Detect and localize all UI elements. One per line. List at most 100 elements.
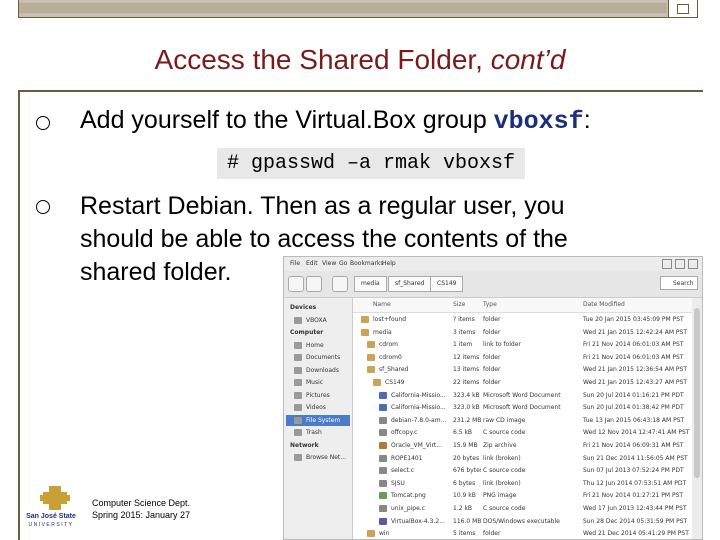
places-sidebar: Devices VBOXA Computer Home Documents Downloa… — [284, 298, 353, 539]
command-box: # gpasswd –a rmak vboxsf — [217, 148, 525, 179]
file-type: DOS/Windows executable — [483, 517, 560, 525]
scrollbar[interactable] — [692, 298, 702, 539]
close-icon[interactable] — [688, 259, 698, 269]
menu-item[interactable]: Help — [382, 260, 396, 267]
place-icon — [294, 341, 302, 349]
breadcrumb-item[interactable]: media — [354, 276, 387, 292]
column-modified[interactable]: Date Modified — [583, 301, 625, 308]
sidebar-heading: Devices — [290, 302, 354, 313]
file-icon — [379, 467, 387, 475]
column-name[interactable]: Name — [373, 301, 391, 308]
file-row[interactable]: California-Missio... 323.4 kB Microsoft Wo… — [353, 390, 692, 401]
sidebar-item[interactable]: Pictures — [286, 390, 350, 401]
file-name: offcopy.c — [391, 429, 418, 437]
place-icon — [294, 454, 302, 461]
file-row[interactable]: Oracle_VM_Virt... 15.9 MB Zip archive Fri 2… — [353, 440, 692, 451]
file-modified: Fri 21 Nov 2014 06:01:03 AM PST — [583, 341, 684, 349]
file-name: media — [373, 328, 392, 336]
forward-button[interactable] — [306, 276, 322, 292]
menu-item[interactable]: File — [290, 260, 300, 267]
sidebar-label: Network — [290, 441, 319, 449]
file-row[interactable]: media 3 items folder Wed 21 Jan 2015 12:42:… — [353, 327, 692, 338]
footer-dept: Computer Science Dept. — [92, 498, 191, 508]
breadcrumb-item[interactable]: CS149 — [430, 276, 464, 292]
top-decorative-bar — [18, 0, 698, 18]
sidebar-item[interactable]: Music — [286, 377, 350, 388]
slide-title: Access the Shared Folder, cont’d — [0, 44, 720, 76]
file-type: C source code — [483, 467, 526, 475]
window-buttons — [659, 259, 698, 271]
bullet-1-text: Add yourself to the Virtual.Box group vb… — [80, 106, 591, 136]
bullet-1-label: Add yourself to the Virtual.Box group — [80, 106, 494, 134]
file-size: 12 items — [453, 353, 480, 361]
slide-title-italic: cont’d — [490, 44, 566, 75]
file-size: 323.0 kB — [453, 404, 480, 412]
toolbar: Search media sf_Shared CS149 — [284, 271, 702, 298]
file-row[interactable]: cdrom0 12 items folder Fri 21 Nov 2014 06:0… — [353, 352, 692, 363]
menu-item[interactable]: View — [322, 260, 336, 267]
file-size: 231.2 MB — [453, 416, 481, 424]
file-row[interactable]: ROPE1401 20 bytes link (broken) Sun 21 Dec … — [353, 453, 692, 464]
title-underline — [18, 90, 703, 92]
sidebar-label: Devices — [290, 304, 317, 311]
search-label: Search — [673, 280, 694, 287]
breadcrumb-item[interactable]: sf_Shared — [388, 276, 432, 292]
file-type: raw CD image — [483, 416, 526, 424]
sidebar-item[interactable]: Videos — [286, 402, 350, 413]
file-row[interactable]: cdrom 1 item link to folder Fri 21 Nov 2014… — [353, 339, 692, 350]
menu-item[interactable]: Edit — [306, 260, 318, 267]
menu-item[interactable]: Go — [339, 260, 347, 267]
file-modified: Sun 07 Jul 2013 07:52:24 PM PDT — [583, 467, 684, 475]
file-row[interactable]: select.c 676 bytes C source code Sun 07 Jul… — [353, 465, 692, 476]
file-row[interactable]: CS149 22 items folder Wed 21 Jan 2015 12:43… — [353, 377, 692, 388]
sidebar-item[interactable]: Browse Net... — [286, 452, 350, 463]
file-row[interactable]: unix_pipe.c 1.2 kB C source code Wed 17 Jun… — [353, 503, 692, 514]
file-row[interactable]: VirtualBox-4.3.2... 116.0 MB DOS/Windows e… — [353, 516, 692, 527]
file-name: Oracle_VM_Virt... — [391, 442, 442, 449]
place-icon — [294, 379, 302, 386]
file-row[interactable]: sf_Shared 13 items folder Wed 21 Jan 2015 1… — [353, 364, 692, 375]
logo-text: San José State — [26, 513, 76, 520]
left-border — [18, 92, 20, 540]
file-row[interactable]: lost+found ? items folder Tue 20 Jan 2015 0… — [353, 314, 692, 325]
sidebar-label: Pictures — [306, 391, 330, 399]
file-icon — [379, 492, 387, 500]
file-size: 10.9 kB — [453, 492, 476, 500]
sidebar-item[interactable]: Trash — [286, 427, 350, 438]
file-name: unix_pipe.c — [391, 505, 426, 512]
sidebar-label: Computer — [290, 329, 324, 336]
sidebar-item[interactable]: VBOXA — [286, 315, 350, 326]
footer-date: Spring 2015: January 27 — [92, 510, 191, 520]
disk-icon[interactable] — [332, 276, 348, 292]
file-modified: Sun 20 Jul 2014 01:38:42 PM PDT — [583, 404, 684, 412]
file-type: folder — [483, 379, 501, 386]
file-row[interactable]: Tomcat.png 10.9 kB PNG image Fri 21 Nov 201… — [353, 490, 692, 501]
file-modified: Tue 20 Jan 2015 03:45:09 PM PST — [583, 316, 684, 323]
file-icon — [361, 316, 369, 323]
menu-bar: File Edit View Go Bookmarks Help — [284, 257, 702, 271]
minimize-icon[interactable] — [662, 259, 672, 269]
file-row[interactable]: California-Missio... 323.0 kB Microsoft Wo… — [353, 402, 692, 413]
file-row[interactable]: win 5 items folder Wed 21 Dec 2014 05:41:29… — [353, 528, 692, 539]
footer: Computer Science Dept. Spring 2015: Janu… — [92, 497, 190, 521]
file-row[interactable]: debian-7.8.0-am... 231.2 MB raw CD image Tu… — [353, 415, 692, 426]
file-size: 116.0 MB — [453, 517, 481, 525]
file-row[interactable]: SJSU 6 bytes link (broken) Thu 12 Jun 2014 … — [353, 478, 692, 489]
file-row[interactable]: offcopy.c 6.5 kB C source code Wed 12 Nov 2… — [353, 427, 692, 438]
sidebar-item[interactable]: Downloads — [286, 365, 350, 376]
file-modified: Fri 21 Nov 2014 06:09:31 AM PST — [583, 442, 684, 449]
sidebar-item[interactable]: Documents — [286, 352, 350, 363]
bullet-2-marker — [36, 200, 50, 214]
sidebar-item[interactable]: Home — [286, 340, 350, 351]
menu-item[interactable]: Bookmarks — [350, 260, 384, 267]
sidebar-item[interactable]: File System — [286, 414, 350, 426]
column-size[interactable]: Size — [453, 301, 465, 308]
column-type[interactable]: Type — [483, 301, 497, 308]
search-button[interactable]: Search — [660, 276, 698, 290]
file-type: Microsoft Word Document — [483, 391, 561, 399]
maximize-icon[interactable] — [675, 259, 685, 269]
back-button[interactable] — [288, 276, 304, 292]
file-size: 6 bytes — [453, 479, 476, 487]
file-modified: Fri 21 Nov 2014 06:01:03 AM PST — [583, 353, 684, 361]
file-name: ROPE1401 — [391, 454, 423, 462]
